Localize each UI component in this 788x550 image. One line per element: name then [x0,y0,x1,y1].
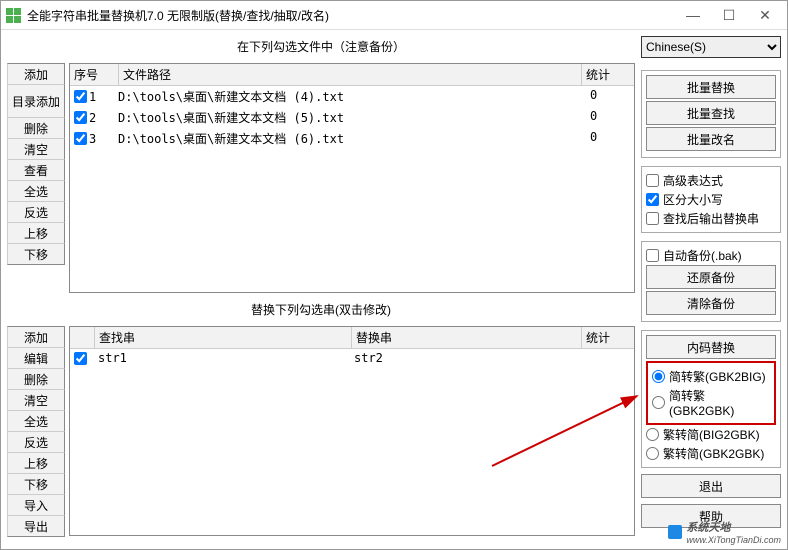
file-panel-caption: 在下列勾选文件中（注意备份） [7,36,635,57]
file-row-stat: 0 [586,129,634,148]
file-btn-清空[interactable]: 清空 [7,138,65,160]
replace-btn-反选[interactable]: 反选 [7,431,65,453]
window-title: 全能字符串批量替换机7.0 无限制版(替换/查找/抽取/改名) [27,7,675,24]
watermark: 系统天地 www.XiTongTianDi.com [668,519,781,545]
replace-btn-添加[interactable]: 添加 [7,326,65,348]
minimize-button[interactable]: — [675,3,711,27]
replace-btn-下移[interactable]: 下移 [7,473,65,495]
file-header-stat[interactable]: 统计 [582,64,634,85]
watermark-brand: 系统天地 [686,519,781,535]
batch-rename-button[interactable]: 批量改名 [646,127,776,151]
encode-highlight-box: 简转繁(GBK2BIG) 简转繁(GBK2GBK) [646,361,776,425]
opt-advanced[interactable]: 高级表达式 [646,171,776,190]
file-btn-查看[interactable]: 查看 [7,159,65,181]
file-btn-添加[interactable]: 添加 [7,63,65,85]
opt-autobackup[interactable]: 自动备份(.bak) [646,246,776,265]
replace-row-check[interactable] [74,352,87,365]
file-btn-下移[interactable]: 下移 [7,243,65,265]
batch-replace-button[interactable]: 批量替换 [646,75,776,99]
encode-convert-button[interactable]: 内码替换 [646,335,776,359]
file-btn-上移[interactable]: 上移 [7,222,65,244]
restore-backup-button[interactable]: 还原备份 [646,265,776,289]
radio-gbk2big[interactable]: 简转繁(GBK2BIG) [652,367,770,386]
replace-btn-清空[interactable]: 清空 [7,389,65,411]
file-row[interactable]: 1D:\tools\桌面\新建文本文档 (4).txt0 [70,86,634,107]
file-btn-删除[interactable]: 删除 [7,117,65,139]
encoding-select[interactable]: Chinese(S) [641,36,781,58]
replace-btn-上移[interactable]: 上移 [7,452,65,474]
file-row-check[interactable] [74,90,87,103]
replace-header-stat[interactable]: 统计 [582,327,634,348]
file-btn-反选[interactable]: 反选 [7,201,65,223]
file-btn-目录添加[interactable]: 目录添加 [7,84,65,118]
file-row[interactable]: 3D:\tools\桌面\新建文本文档 (6).txt0 [70,128,634,149]
opt-case[interactable]: 区分大小写 [646,190,776,209]
watermark-logo-icon [668,525,682,539]
file-row-check[interactable] [74,132,87,145]
maximize-button[interactable]: ☐ [711,3,747,27]
file-row-check[interactable] [74,111,87,124]
replace-header-check[interactable] [70,327,95,348]
replace-buttons: 添加编辑删除清空全选反选上移下移导入导出 [7,326,65,536]
file-header-path[interactable]: 文件路径 [119,64,582,85]
replace-list: 查找串 替换串 统计 str1str2 [69,326,635,536]
app-icon [5,7,21,23]
file-row-path: D:\tools\桌面\新建文本文档 (4).txt [114,87,586,106]
close-button[interactable]: ✕ [747,3,783,27]
replace-header-repl[interactable]: 替换串 [352,327,582,348]
batch-find-button[interactable]: 批量查找 [646,101,776,125]
replace-row[interactable]: str1str2 [70,349,634,367]
file-row-path: D:\tools\桌面\新建文本文档 (6).txt [114,129,586,148]
replace-row-find: str1 [94,350,350,366]
replace-row-repl: str2 [350,350,586,366]
file-btn-全选[interactable]: 全选 [7,180,65,202]
radio-gbk2gbk-t[interactable]: 繁转简(GBK2GBK) [646,444,776,463]
opt-output[interactable]: 查找后输出替换串 [646,209,776,228]
titlebar: 全能字符串批量替换机7.0 无限制版(替换/查找/抽取/改名) — ☐ ✕ [1,1,787,30]
replace-btn-编辑[interactable]: 编辑 [7,347,65,369]
radio-gbk2gbk-s[interactable]: 简转繁(GBK2GBK) [652,386,770,419]
replace-btn-导入[interactable]: 导入 [7,494,65,516]
file-row-path: D:\tools\桌面\新建文本文档 (5).txt [114,108,586,127]
clear-backup-button[interactable]: 清除备份 [646,291,776,315]
replace-panel-caption: 替换下列勾选串(双击修改) [7,299,635,320]
replace-btn-删除[interactable]: 删除 [7,368,65,390]
app-window: 全能字符串批量替换机7.0 无限制版(替换/查找/抽取/改名) — ☐ ✕ 在下… [0,0,788,550]
replace-btn-全选[interactable]: 全选 [7,410,65,432]
exit-button[interactable]: 退出 [641,474,781,498]
file-row-stat: 0 [586,87,634,106]
radio-big2gbk[interactable]: 繁转简(BIG2GBK) [646,425,776,444]
replace-btn-导出[interactable]: 导出 [7,515,65,537]
replace-header-find[interactable]: 查找串 [95,327,352,348]
file-row-stat: 0 [586,108,634,127]
file-header-seq[interactable]: 序号 [70,64,119,85]
file-buttons: 添加目录添加删除清空查看全选反选上移下移 [7,63,65,293]
file-list: 序号 文件路径 统计 1D:\tools\桌面\新建文本文档 (4).txt0 … [69,63,635,293]
file-row[interactable]: 2D:\tools\桌面\新建文本文档 (5).txt0 [70,107,634,128]
watermark-url: www.XiTongTianDi.com [686,535,781,545]
replace-row-stat [586,350,634,366]
